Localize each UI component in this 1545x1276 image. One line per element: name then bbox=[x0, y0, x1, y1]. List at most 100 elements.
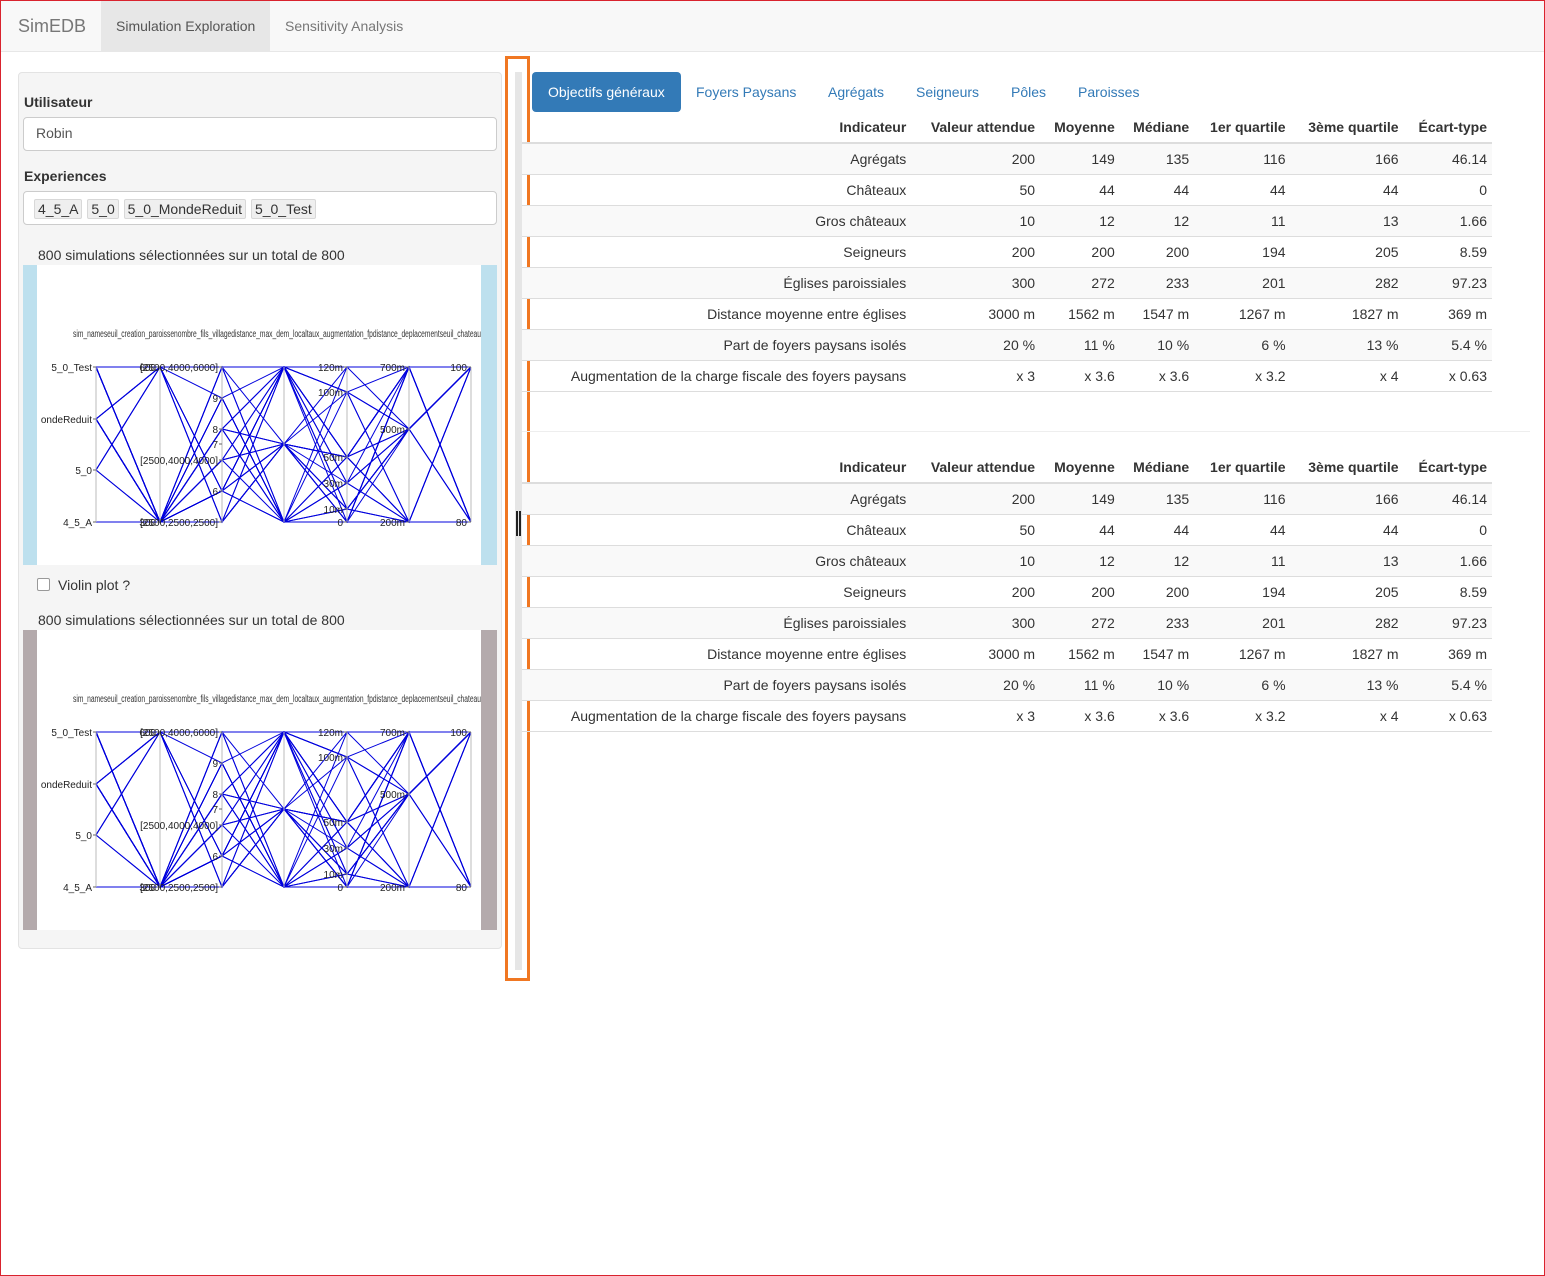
axis-tick-label: 50m bbox=[324, 453, 343, 464]
indicator-name-cell: Églises paroissiales bbox=[522, 606, 912, 638]
experiences-select[interactable]: 4_5_A 5_0 5_0_MondeReduit 5_0_Test bbox=[23, 191, 497, 225]
column-header: Indicateur bbox=[522, 452, 912, 484]
table-cell: 1267 m bbox=[1194, 297, 1291, 329]
tab-foyers-paysans[interactable]: Foyers Paysans bbox=[680, 72, 812, 112]
violin-plot-toggle[interactable]: Violin plot ? bbox=[37, 577, 130, 593]
table-header-row: Indicateur Valeur attendue Moyenne Médiane 1… bbox=[522, 112, 1492, 144]
parallel-coordinates-svg: sim_nameseuil_creation_paroissenombre_fi… bbox=[37, 265, 481, 565]
table-cell: 50 bbox=[911, 173, 1041, 205]
table-header-row: Indicateur Valeur attendue Moyenne Médiane 1… bbox=[522, 452, 1492, 484]
table-cell: 10 bbox=[911, 204, 1041, 236]
table-row: Églises paroissiales 300 272 233 201 282 97.23 bbox=[522, 266, 1492, 298]
table-row: Distance moyenne entre églises 3000 m 1562… bbox=[522, 297, 1492, 329]
table-cell: 200 bbox=[911, 575, 1041, 607]
table-cell: 11 bbox=[1194, 204, 1291, 236]
table-cell: 200 bbox=[911, 142, 1041, 174]
table-cell: 50 bbox=[911, 513, 1041, 545]
table-row: Seigneurs 200 200 200 194 205 8.59 bbox=[522, 235, 1492, 267]
table-cell: 46.14 bbox=[1403, 142, 1492, 174]
tab-poles[interactable]: Pôles bbox=[995, 72, 1062, 112]
table-cell: 1562 m bbox=[1040, 637, 1120, 669]
axis-tick-label: 500m bbox=[380, 790, 405, 801]
table-cell: x 3 bbox=[911, 359, 1041, 392]
axis-tick-label: 50m bbox=[324, 818, 343, 829]
axis-tick-label: 10m bbox=[324, 870, 343, 881]
column-header: Indicateur bbox=[522, 112, 912, 144]
indicator-name-cell: Agrégats bbox=[522, 482, 912, 514]
table-row: Agrégats 200 149 135 116 166 46.14 bbox=[522, 482, 1492, 514]
indicator-name-cell: Gros châteaux bbox=[522, 204, 912, 236]
axis-tick-label: 8 bbox=[212, 790, 218, 801]
table-cell: x 3.6 bbox=[1040, 359, 1120, 392]
table-cell: 201 bbox=[1194, 266, 1291, 298]
axis-tick-label: 6 bbox=[212, 852, 218, 863]
table-cell: x 3.6 bbox=[1040, 699, 1120, 732]
axis-tick-label: 8 bbox=[212, 425, 218, 436]
table-cell: 282 bbox=[1290, 606, 1404, 638]
axis-tick-label: 100m bbox=[318, 753, 343, 764]
axis-tick-label: 200m bbox=[380, 883, 405, 894]
indicator-name-cell: Châteaux bbox=[522, 173, 912, 205]
table-cell: 11 % bbox=[1040, 328, 1120, 360]
table-cell: 369 m bbox=[1403, 637, 1492, 669]
brand[interactable]: SimEDB bbox=[18, 16, 86, 37]
table-cell: 149 bbox=[1040, 482, 1120, 514]
table-cell: 13 bbox=[1290, 204, 1404, 236]
table-row: Part de foyers paysans isolés 20 % 11 % 10 … bbox=[522, 668, 1492, 700]
axis-tick-label: 30m bbox=[324, 479, 343, 490]
user-input[interactable]: Robin bbox=[23, 117, 497, 151]
table-cell: 300 bbox=[911, 266, 1041, 298]
indicator-name-cell: Seigneurs bbox=[522, 575, 912, 607]
tab-objectifs-generaux[interactable]: Objectifs généraux bbox=[532, 72, 681, 112]
tab-seigneurs[interactable]: Seigneurs bbox=[900, 72, 995, 112]
table-cell: 10 % bbox=[1119, 328, 1195, 360]
table-cell: 272 bbox=[1040, 266, 1120, 298]
table-cell: 12 bbox=[1119, 544, 1195, 576]
indicator-name-cell: Augmentation de la charge fiscale des fo… bbox=[522, 359, 912, 392]
table-cell: 1562 m bbox=[1040, 297, 1120, 329]
column-header: Valeur attendue bbox=[911, 452, 1041, 484]
experience-tag[interactable]: 4_5_A bbox=[34, 199, 83, 219]
column-header: Médiane bbox=[1119, 452, 1195, 484]
tab-simulation-exploration[interactable]: Simulation Exploration bbox=[101, 1, 271, 51]
tab-paroisses[interactable]: Paroisses bbox=[1062, 72, 1155, 112]
parallel-coordinates-plot[interactable]: sim_nameseuil_creation_paroissenombre_fi… bbox=[23, 630, 497, 930]
tab-sensitivity-analysis[interactable]: Sensitivity Analysis bbox=[270, 1, 418, 51]
column-header: Moyenne bbox=[1040, 112, 1120, 144]
table-cell: x 0.63 bbox=[1403, 359, 1492, 392]
violin-checkbox[interactable] bbox=[37, 578, 50, 591]
table-cell: 44 bbox=[1194, 173, 1291, 205]
table-cell: 5.4 % bbox=[1403, 668, 1492, 700]
table-cell: 44 bbox=[1290, 173, 1404, 205]
axis-tick-label: 4_5_A bbox=[63, 518, 92, 529]
indicator-name-cell: Agrégats bbox=[522, 142, 912, 174]
table-cell: 166 bbox=[1290, 142, 1404, 174]
experience-tag[interactable]: 5_0_MondeReduit bbox=[123, 199, 247, 219]
table-cell: 13 bbox=[1290, 544, 1404, 576]
splitter-grip-icon[interactable] bbox=[516, 511, 521, 536]
table-cell: 149 bbox=[1040, 142, 1120, 174]
experience-tag[interactable]: 5_0 bbox=[87, 199, 119, 219]
experience-tag[interactable]: 5_0_Test bbox=[250, 199, 316, 219]
table-cell: 200 bbox=[1119, 575, 1195, 607]
table-cell: 200 bbox=[1040, 235, 1120, 267]
table-cell: 201 bbox=[1194, 606, 1291, 638]
indicator-name-cell: Gros châteaux bbox=[522, 544, 912, 576]
divider bbox=[522, 431, 1530, 432]
axis-tick-label: [2500,4000,4000] bbox=[140, 821, 218, 832]
table-cell: x 4 bbox=[1290, 359, 1404, 392]
indicator-name-cell: Part de foyers paysans isolés bbox=[522, 668, 912, 700]
table-cell: 233 bbox=[1119, 266, 1195, 298]
parallel-coordinates-plot[interactable]: sim_nameseuil_creation_paroissenombre_fi… bbox=[23, 265, 497, 565]
table-cell: 6 % bbox=[1194, 328, 1291, 360]
table-cell: 44 bbox=[1040, 513, 1120, 545]
column-header: Valeur attendue bbox=[911, 112, 1041, 144]
table-cell: 20 % bbox=[911, 328, 1041, 360]
table-row: Châteaux 50 44 44 44 44 0 bbox=[522, 513, 1492, 545]
table-cell: 200 bbox=[1119, 235, 1195, 267]
axis-tick-label: 80 bbox=[456, 883, 468, 894]
axis-tick-label: 7 bbox=[212, 805, 218, 816]
table-cell: x 3.6 bbox=[1119, 699, 1195, 732]
tab-agregats[interactable]: Agrégats bbox=[812, 72, 900, 112]
table-cell: 11 % bbox=[1040, 668, 1120, 700]
